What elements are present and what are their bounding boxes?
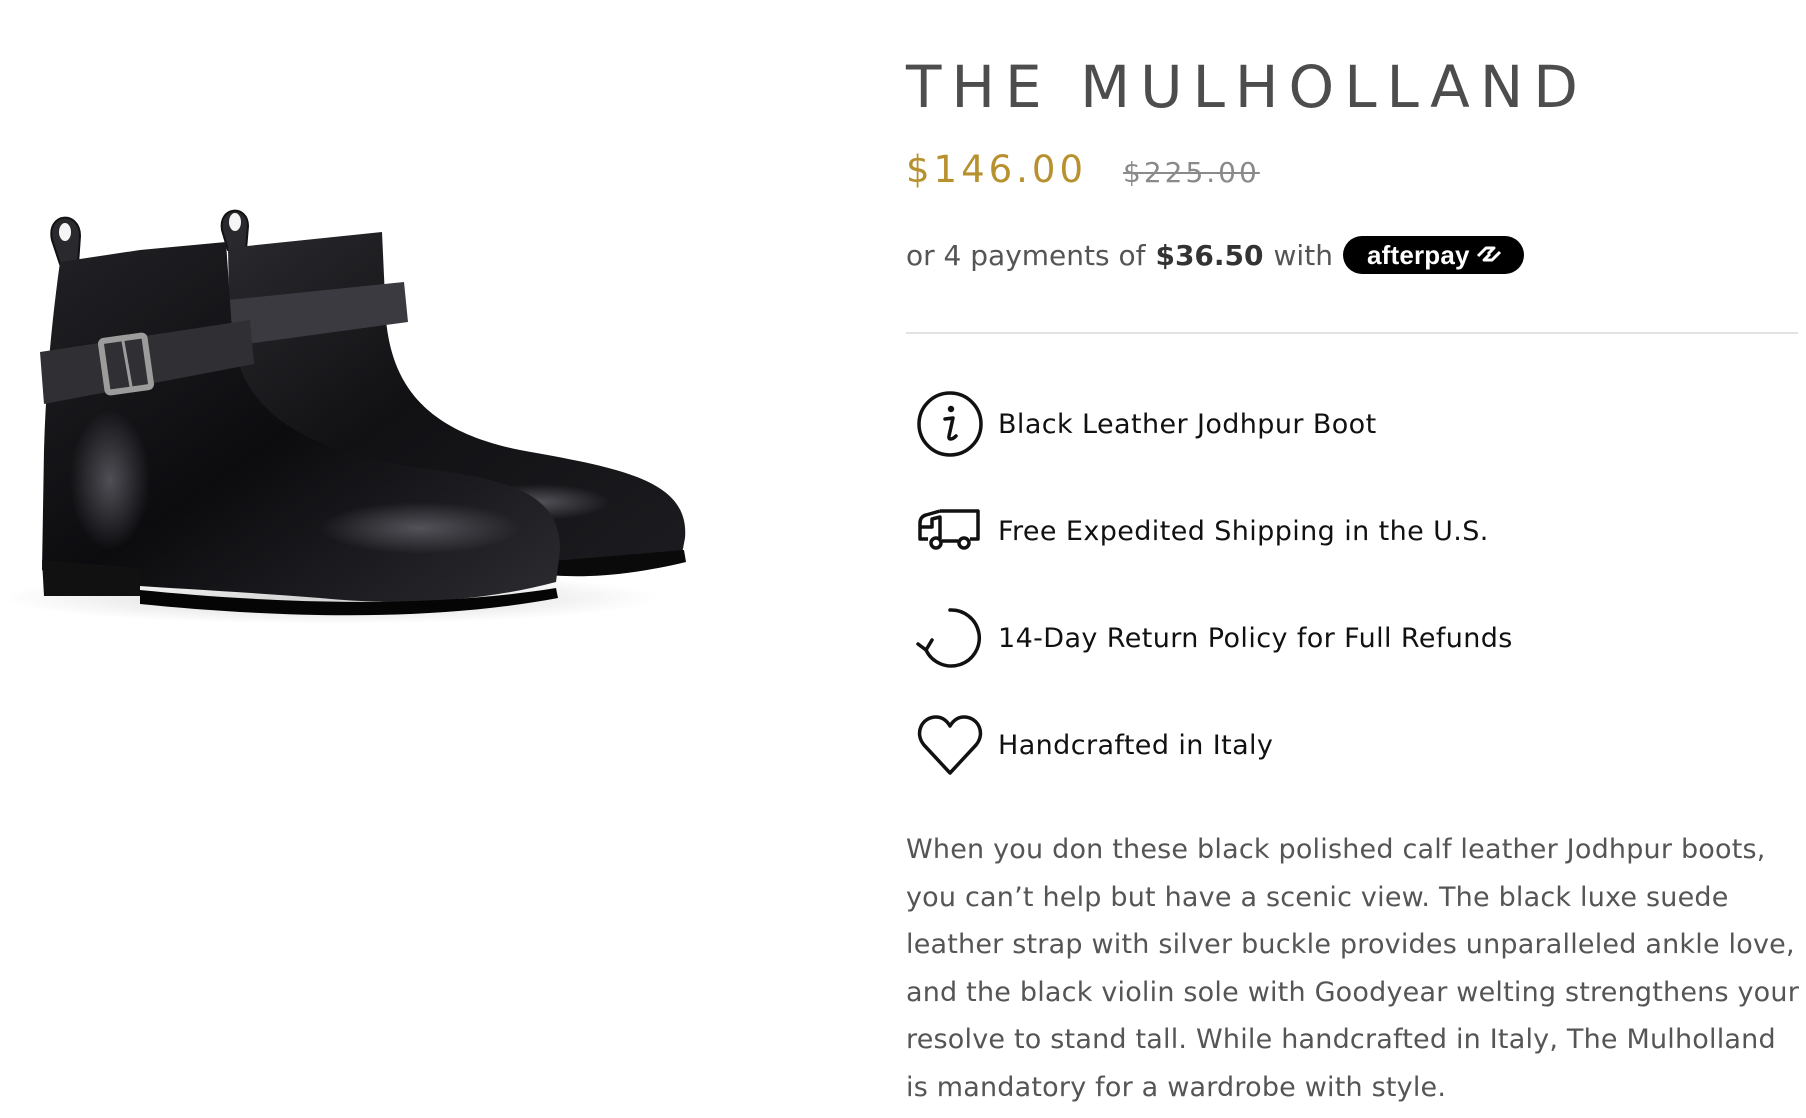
installment-prefix: or 4 payments of <box>906 238 1146 272</box>
installment-info: or 4 payments of $36.50 with afterpay <box>906 236 1524 274</box>
original-price: $225.00 <box>1123 156 1260 189</box>
feature-item: Free Expedited Shipping in the U.S. <box>916 497 1513 565</box>
afterpay-label: afterpay <box>1366 239 1470 270</box>
feature-list: Black Leather Jodhpur Boot Free Expedite… <box>916 390 1513 818</box>
feature-text: 14-Day Return Policy for Full Refunds <box>998 622 1513 654</box>
product-info: THE MULHOLLAND $146.00 $225.00 or 4 paym… <box>906 0 1806 1118</box>
feature-text: Handcrafted in Italy <box>998 729 1274 761</box>
divider <box>906 332 1798 334</box>
boots-illustration <box>0 209 686 624</box>
sale-price: $146.00 <box>906 148 1088 191</box>
product-description: When you don these black polished calf l… <box>906 834 1800 1103</box>
heart-icon <box>916 711 984 779</box>
feature-item: 14-Day Return Policy for Full Refunds <box>916 604 1513 672</box>
installment-amount: $36.50 <box>1155 238 1264 272</box>
truck-icon <box>916 497 984 565</box>
installment-suffix: with <box>1273 238 1333 272</box>
product-image[interactable] <box>0 150 700 670</box>
afterpay-badge[interactable]: afterpay <box>1342 236 1524 274</box>
feature-item: Handcrafted in Italy <box>916 711 1513 779</box>
info-icon <box>916 390 984 458</box>
feature-item: Black Leather Jodhpur Boot <box>916 390 1513 458</box>
feature-text: Black Leather Jodhpur Boot <box>998 408 1377 440</box>
feature-text: Free Expedited Shipping in the U.S. <box>998 515 1489 547</box>
afterpay-loop-icon <box>1474 240 1504 271</box>
return-arrow-icon <box>916 604 984 672</box>
product-title: THE MULHOLLAND <box>906 53 1588 121</box>
price-row: $146.00 $225.00 <box>906 148 1260 191</box>
